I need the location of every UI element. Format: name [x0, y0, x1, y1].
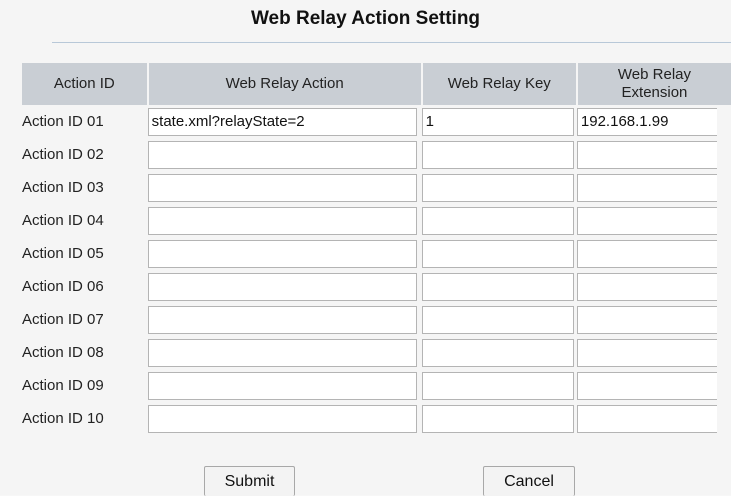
web-relay-extension-input[interactable] [576, 239, 717, 268]
web-relay-extension-input[interactable] [576, 404, 717, 433]
web-relay-key-input[interactable] [421, 239, 574, 268]
web-relay-extension-input[interactable] [576, 272, 717, 301]
action-id-label: Action ID 07 [22, 311, 104, 328]
web-relay-extension-cell [576, 369, 731, 402]
web-relay-extension-input[interactable] [576, 107, 717, 136]
table-row: Action ID 08 [22, 336, 731, 369]
header-extension-line1: Web Relay [617, 66, 691, 83]
web-relay-key-cell [421, 204, 577, 237]
web-relay-key-cell [421, 105, 577, 138]
web-relay-action-cell [147, 237, 422, 270]
table-row: Action ID 01 [22, 105, 731, 138]
web-relay-action-cell [147, 369, 422, 402]
cancel-button[interactable]: Cancel [483, 466, 575, 496]
table-row: Action ID 06 [22, 270, 731, 303]
web-relay-key-input[interactable] [421, 272, 574, 301]
action-id-label: Action ID 10 [22, 410, 104, 427]
action-id-label: Action ID 08 [22, 344, 104, 361]
action-id-label: Action ID 01 [22, 113, 104, 130]
web-relay-extension-input[interactable] [576, 371, 717, 400]
web-relay-key-cell [421, 270, 577, 303]
web-relay-action-input[interactable] [147, 173, 417, 202]
table-row: Action ID 05 [22, 237, 731, 270]
web-relay-extension-cell [576, 105, 731, 138]
web-relay-key-input[interactable] [421, 305, 574, 334]
title-divider [52, 42, 731, 43]
web-relay-action-cell [147, 204, 422, 237]
web-relay-extension-cell [576, 303, 731, 336]
web-relay-key-cell [421, 402, 577, 435]
web-relay-action-cell [147, 303, 422, 336]
column-header-action-id: Action ID [22, 63, 149, 105]
web-relay-action-table: Action ID Web Relay Action Web Relay Key… [22, 63, 731, 435]
table-row: Action ID 02 [22, 138, 731, 171]
action-id-label: Action ID 02 [22, 146, 104, 163]
column-header-web-relay-extension: Web Relay Extension [576, 63, 731, 105]
web-relay-extension-cell [576, 402, 731, 435]
web-relay-extension-input[interactable] [576, 338, 717, 367]
web-relay-key-cell [421, 303, 577, 336]
table-row: Action ID 10 [22, 402, 731, 435]
web-relay-action-input[interactable] [147, 338, 417, 367]
web-relay-key-input[interactable] [421, 107, 574, 136]
web-relay-key-input[interactable] [421, 140, 574, 169]
web-relay-key-input[interactable] [421, 404, 574, 433]
web-relay-action-cell [147, 270, 422, 303]
submit-button[interactable]: Submit [204, 466, 295, 496]
web-relay-key-input[interactable] [421, 338, 574, 367]
web-relay-action-input[interactable] [147, 404, 417, 433]
web-relay-key-input[interactable] [421, 206, 574, 235]
web-relay-action-input[interactable] [147, 206, 417, 235]
web-relay-key-cell [421, 171, 577, 204]
table-row: Action ID 03 [22, 171, 731, 204]
web-relay-extension-cell [576, 237, 731, 270]
web-relay-extension-input[interactable] [576, 173, 717, 202]
web-relay-key-input[interactable] [421, 371, 574, 400]
column-header-web-relay-action: Web Relay Action [147, 63, 423, 105]
panel-title: Web Relay Action Setting [250, 8, 481, 29]
web-relay-action-cell [147, 402, 422, 435]
web-relay-action-cell [147, 138, 422, 171]
action-id-label: Action ID 06 [22, 278, 104, 295]
table-header-row: Action ID Web Relay Action Web Relay Key… [22, 63, 731, 105]
web-relay-action-cell [147, 105, 422, 138]
web-relay-extension-cell [576, 204, 731, 237]
web-relay-key-cell [421, 336, 577, 369]
web-relay-key-input[interactable] [421, 173, 574, 202]
web-relay-extension-input[interactable] [576, 206, 717, 235]
table-row: Action ID 07 [22, 303, 731, 336]
web-relay-key-cell [421, 237, 577, 270]
web-relay-key-cell [421, 369, 577, 402]
web-relay-extension-input[interactable] [576, 140, 717, 169]
web-relay-action-input[interactable] [147, 107, 417, 136]
web-relay-extension-cell [576, 138, 731, 171]
web-relay-action-cell [147, 336, 422, 369]
web-relay-extension-cell [576, 336, 731, 369]
action-id-label: Action ID 03 [22, 179, 104, 196]
table-row: Action ID 09 [22, 369, 731, 402]
web-relay-action-input[interactable] [147, 371, 417, 400]
column-header-web-relay-key: Web Relay Key [421, 63, 578, 105]
web-relay-action-input[interactable] [147, 140, 417, 169]
action-id-label: Action ID 04 [22, 212, 104, 229]
action-id-label: Action ID 05 [22, 245, 104, 262]
web-relay-extension-input[interactable] [576, 305, 717, 334]
web-relay-action-panel: Web Relay Action Setting Action ID Web R… [0, 0, 731, 496]
web-relay-action-input[interactable] [147, 272, 417, 301]
web-relay-extension-cell [576, 270, 731, 303]
action-id-label: Action ID 09 [22, 377, 104, 394]
table-row: Action ID 04 [22, 204, 731, 237]
web-relay-action-input[interactable] [147, 305, 417, 334]
web-relay-action-input[interactable] [147, 239, 417, 268]
header-extension-line2: Extension [621, 84, 688, 101]
web-relay-extension-cell [576, 171, 731, 204]
web-relay-action-cell [147, 171, 422, 204]
web-relay-key-cell [421, 138, 577, 171]
